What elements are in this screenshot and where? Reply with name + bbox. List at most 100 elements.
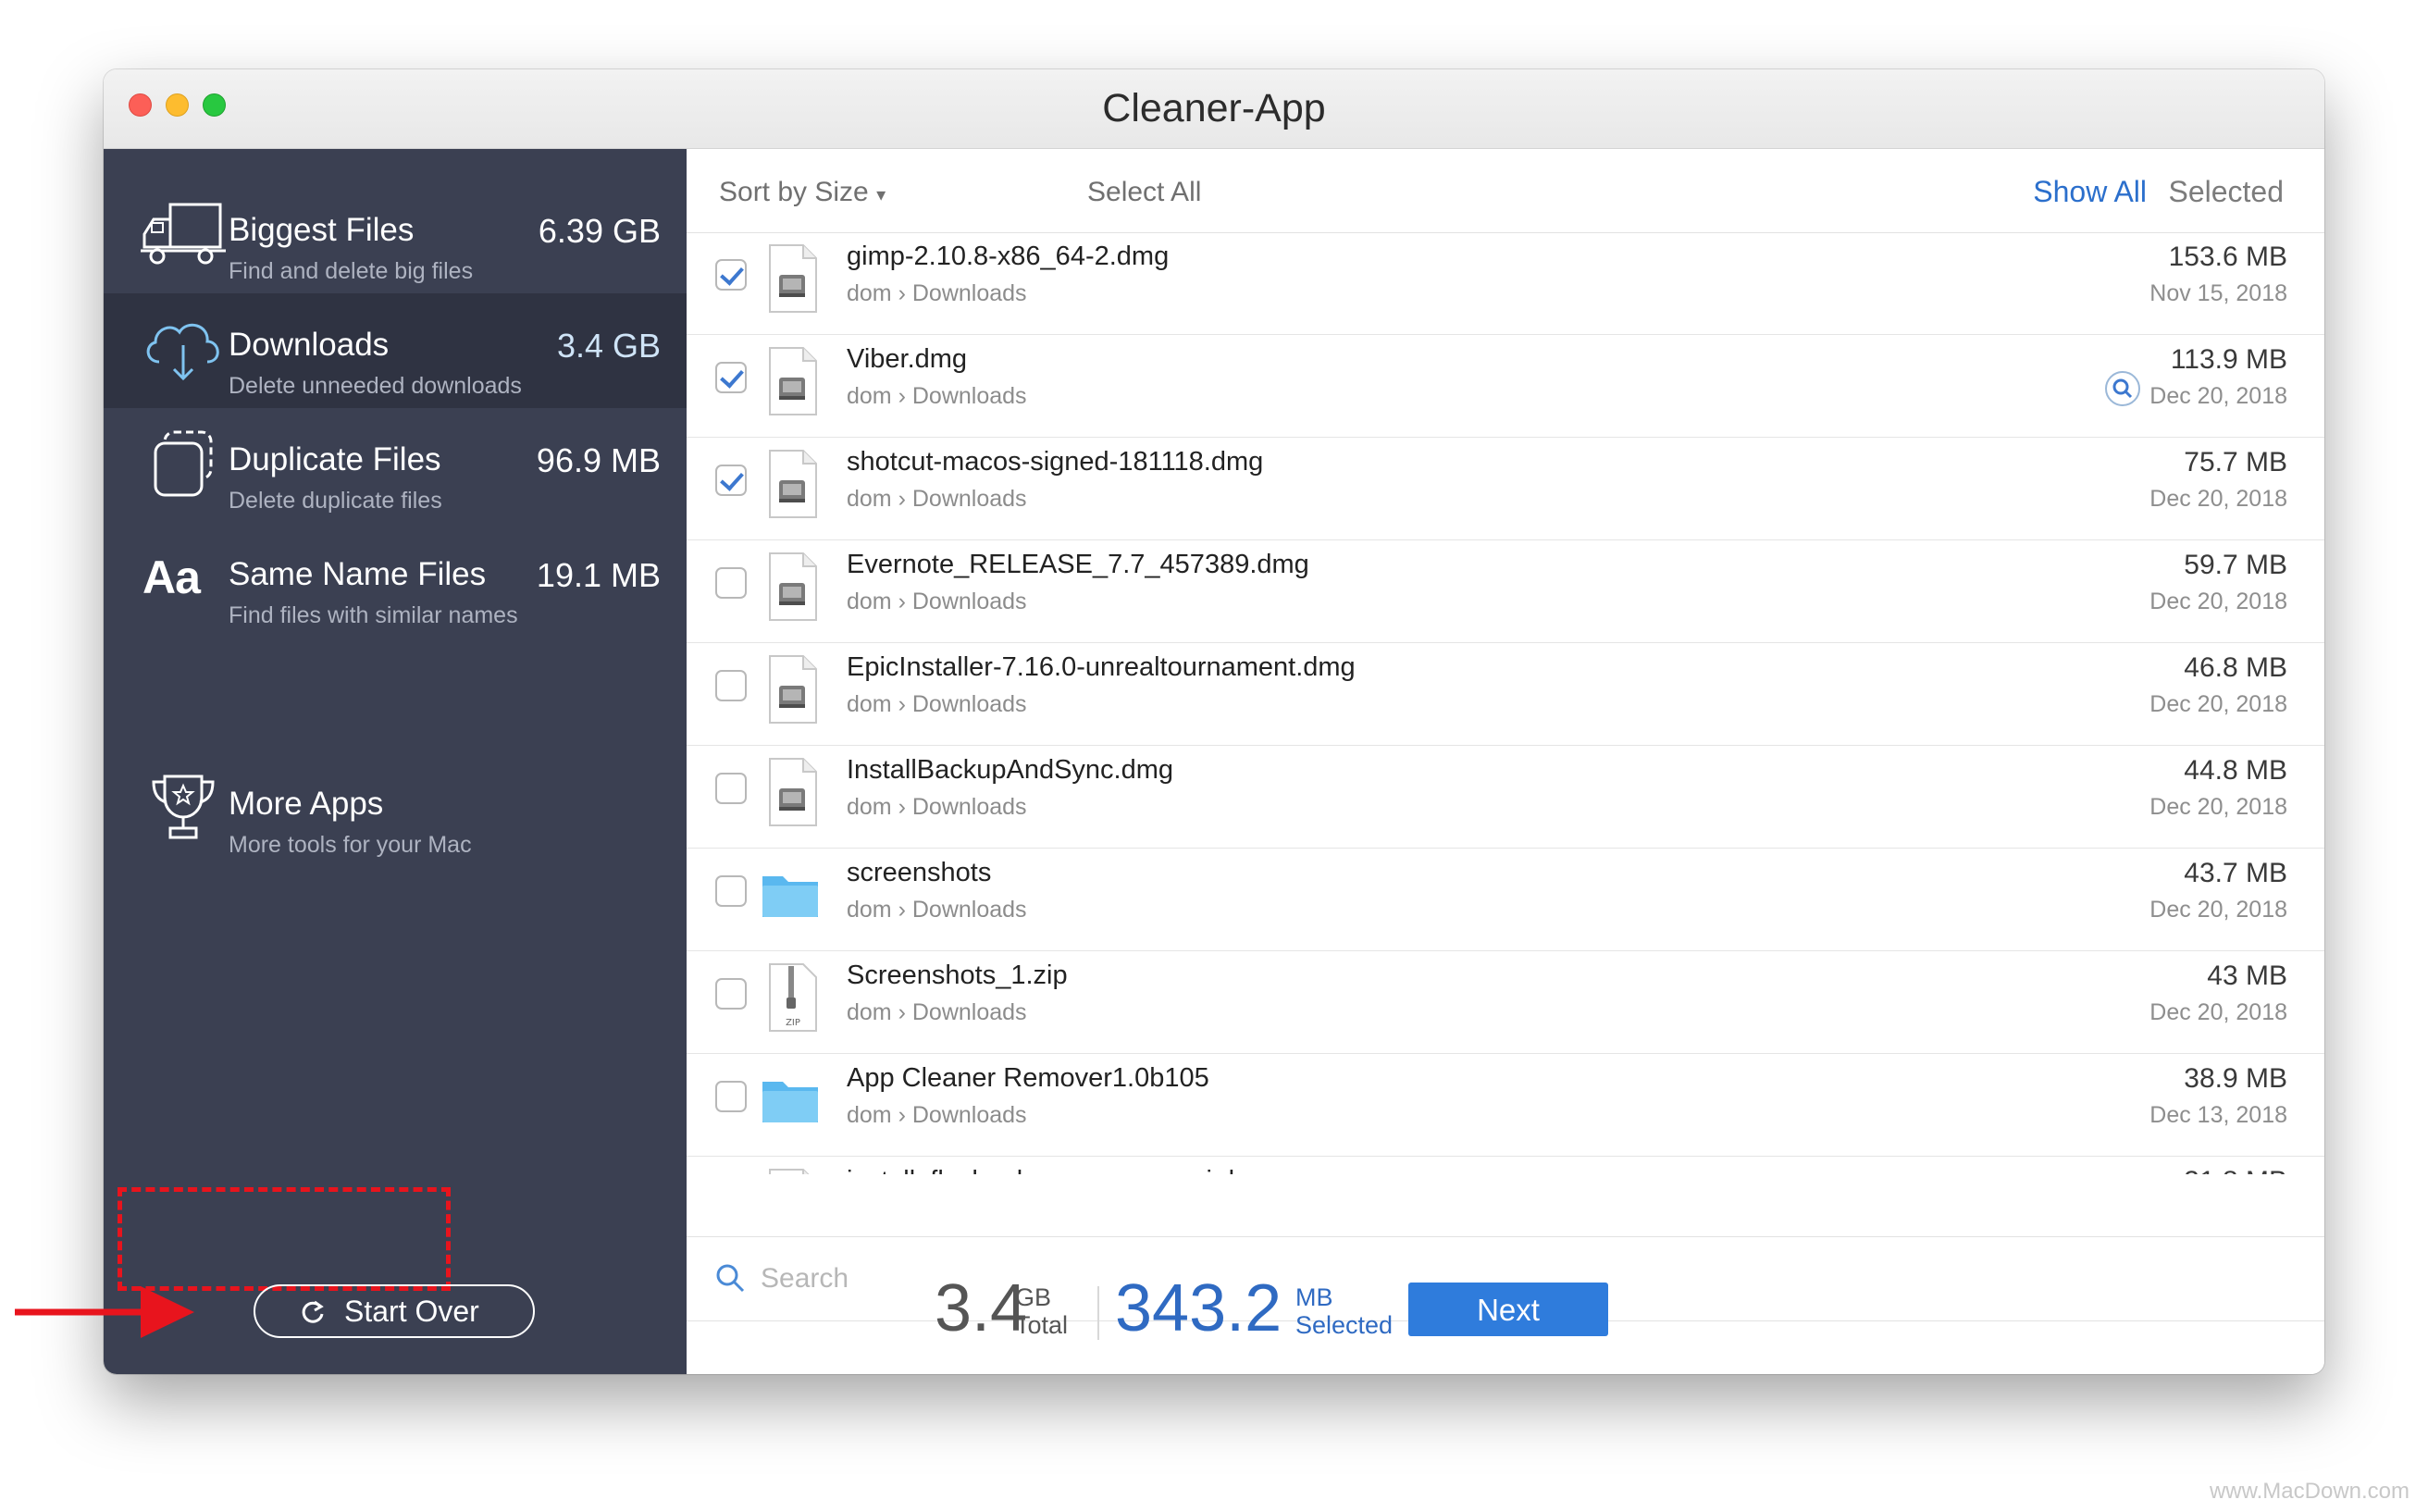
total-size-value: 3.4 [935,1271,1028,1345]
file-name: Evernote_RELEASE_7.7_457389.dmg [847,550,1309,579]
sort-by-size-dropdown[interactable]: Sort by Size ▾ [719,177,886,208]
total-size-unit: GB Total [1015,1283,1068,1339]
red-arrow-icon [15,1286,194,1338]
file-row[interactable]: install_flash_player_osx_ppapi.dmg 31.8 M… [687,1157,2324,1174]
file-row[interactable]: ZIP Screenshots_1.zip dom › Downloads 43 MB… [687,951,2324,1054]
file-date: Dec 20, 2018 [2149,383,2287,409]
file-date: Nov 15, 2018 [2149,280,2287,306]
file-row[interactable]: EpicInstaller-7.16.0-unrealtournament.dm… [687,643,2324,746]
start-over-label: Start Over [344,1295,479,1328]
disk-image-icon [766,449,818,519]
file-checkbox[interactable] [715,875,747,907]
path-user: dom [847,999,892,1025]
folder-icon [762,860,818,930]
path-folder: Downloads [911,383,1027,409]
disk-image-icon [766,1168,818,1174]
sidebar-item-biggest-files[interactable]: Biggest Files Find and delete big files … [104,179,687,293]
file-name: EpicInstaller-7.16.0-unrealtournament.dm… [847,652,1356,682]
window-title: Cleaner-App [1102,86,1326,130]
file-size: 43 MB [2207,960,2287,991]
file-row[interactable]: InstallBackupAndSync.dmg dom › Downloads 4… [687,746,2324,849]
file-path: dom › Downloads [847,691,1027,718]
sidebar-item-same-name-files[interactable]: Aa Same Name Files Find files with simil… [104,523,687,638]
list-toolbar: Sort by Size ▾ Select All Show All Selec… [687,149,2324,233]
sidebar-item-subtitle: Find files with similar names [229,602,518,628]
file-path: dom › Downloads [847,794,1027,821]
file-checkbox[interactable] [715,567,747,599]
file-date: Dec 20, 2018 [2149,897,2287,923]
sidebar-item-title: Same Name Files [229,556,487,592]
aa-icon: Aa [142,552,201,603]
start-over-button[interactable]: Start Over [254,1284,535,1338]
sidebar-item-title: Duplicate Files [229,441,441,477]
file-checkbox[interactable] [715,362,747,393]
file-name: Viber.dmg [847,344,968,374]
duplicate-icon [154,430,213,497]
file-size: 43.7 MB [2184,858,2287,888]
file-list[interactable]: gimp-2.10.8-x86_64-2.dmg dom › Downloads 1… [687,232,2324,1174]
file-checkbox[interactable] [715,773,747,804]
path-separator: › [898,280,906,306]
file-name: shotcut-macos-signed-181118.dmg [847,447,1264,477]
sidebar-item-subtitle: More tools for your Mac [229,832,472,858]
path-folder: Downloads [911,486,1027,512]
show-all-tab[interactable]: Show All [2033,175,2147,209]
path-user: dom [847,280,892,306]
disk-image-icon [766,654,818,725]
file-checkbox[interactable] [715,670,747,701]
sidebar-item-duplicate-files[interactable]: Duplicate Files Delete duplicate files 9… [104,408,687,523]
select-all-button[interactable]: Select All [1087,177,1201,208]
file-date: Dec 20, 2018 [2149,589,2287,614]
file-path: dom › Downloads [847,999,1027,1026]
path-separator: › [898,897,906,923]
reveal-in-finder-icon[interactable] [2104,370,2141,407]
file-row[interactable]: shotcut-macos-signed-181118.dmg dom › Dow… [687,438,2324,540]
file-row[interactable]: Evernote_RELEASE_7.7_457389.dmgdom › Dow… [687,540,2324,643]
selected-tab[interactable]: Selected [2168,175,2284,209]
path-user: dom [847,486,892,512]
path-folder: Downloads [911,280,1027,306]
file-checkbox[interactable] [715,978,747,1010]
file-row[interactable]: App Cleaner Remover1.0b105 dom › Download… [687,1054,2324,1157]
caret-down-icon: ▾ [876,185,886,205]
footer-divider [1097,1286,1099,1340]
file-name: gimp-2.10.8-x86_64-2.dmg [847,242,1170,271]
path-user: dom [847,383,892,409]
file-row[interactable]: screenshots dom › Downloads 43.7 MB Dec 20,… [687,849,2324,951]
truck-icon [141,203,226,265]
path-folder: Downloads [911,794,1027,820]
disk-image-icon [766,757,818,827]
selected-unit-text: MB [1295,1283,1333,1311]
highlight-box [118,1187,451,1291]
file-size: 31.8 MB [2184,1166,2287,1174]
sidebar-item-title: Biggest Files [229,212,415,248]
file-date: Dec 20, 2018 [2149,794,2287,820]
next-button[interactable]: Next [1408,1283,1608,1336]
file-path: dom › Downloads [847,486,1027,513]
path-separator: › [898,1102,906,1128]
cloud-download-icon [146,323,219,381]
sidebar-item-downloads[interactable]: Downloads Delete unneeded downloads 3.4 … [104,293,687,408]
file-path: dom › Downloads [847,897,1027,923]
watermark: www.MacDown.com [2209,1479,2409,1504]
file-path: dom › Downloads [847,589,1027,615]
file-row[interactable]: Viber.dmg dom › Downloads 113.9 MB Dec 20, … [687,335,2324,438]
file-checkbox[interactable] [715,465,747,496]
file-size: 46.8 MB [2184,652,2287,683]
file-checkbox[interactable] [715,1081,747,1112]
sidebar-item-size: 3.4 GB [556,327,661,365]
title-bar: Cleaner-App [104,69,2324,149]
path-folder: Downloads [911,589,1027,614]
sidebar-item-title: More Apps [229,786,384,822]
sidebar-item-size: 6.39 GB [538,212,661,250]
folder-icon [762,1065,818,1135]
file-date: Dec 20, 2018 [2149,999,2287,1025]
file-row[interactable]: gimp-2.10.8-x86_64-2.dmg dom › Downloads 1… [687,232,2324,335]
path-separator: › [898,486,906,512]
file-name: screenshots [847,858,992,887]
sidebar-item-more-apps[interactable]: More Apps More tools for your Mac [104,752,687,867]
sidebar-item-subtitle: Delete unneeded downloads [229,373,522,399]
file-name: App Cleaner Remover1.0b105 [847,1063,1209,1093]
sidebar-item-size: 96.9 MB [536,441,661,479]
file-checkbox[interactable] [715,259,747,291]
